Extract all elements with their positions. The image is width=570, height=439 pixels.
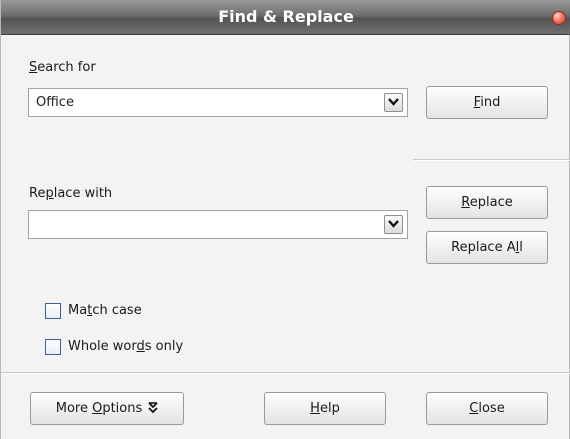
- search-input[interactable]: Office: [36, 95, 74, 110]
- double-chevron-down-icon: [148, 394, 158, 425]
- find-button[interactable]: Find: [426, 86, 548, 119]
- close-button[interactable]: Close: [426, 392, 548, 425]
- divider: [413, 159, 570, 161]
- search-combo[interactable]: Office: [28, 88, 408, 117]
- help-button[interactable]: Help: [264, 392, 386, 425]
- find-replace-dialog: Find & Replace Search for Office Find Re…: [0, 0, 570, 439]
- replace-label: Replace with: [29, 186, 113, 201]
- window-title: Find & Replace: [218, 7, 354, 26]
- close-icon[interactable]: [552, 11, 566, 25]
- whole-words-checkbox[interactable]: [45, 339, 61, 355]
- match-case-label[interactable]: Match case: [68, 303, 142, 318]
- title-bar[interactable]: Find & Replace: [1, 0, 570, 35]
- chevron-down-icon[interactable]: [384, 93, 403, 112]
- search-label: Search for: [29, 60, 96, 75]
- replace-button[interactable]: Replace: [426, 186, 548, 219]
- replace-all-button[interactable]: Replace All: [426, 231, 548, 264]
- more-options-button[interactable]: More Options: [30, 392, 184, 425]
- whole-words-label[interactable]: Whole words only: [68, 339, 183, 354]
- match-case-checkbox[interactable]: [45, 303, 61, 319]
- replace-combo[interactable]: [28, 210, 408, 239]
- chevron-down-icon[interactable]: [384, 215, 403, 234]
- footer-divider: [1, 372, 570, 374]
